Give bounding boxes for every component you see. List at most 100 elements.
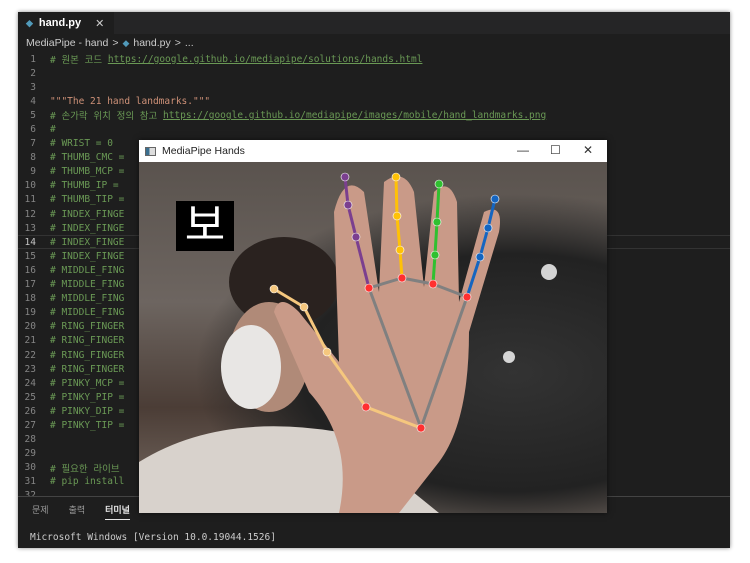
code-text: # PINKY_DIP = bbox=[50, 405, 125, 417]
index-landmark bbox=[475, 252, 485, 262]
code-text: # 손가락 위치 정의 참고 bbox=[50, 111, 163, 123]
python-file-icon: ◆ bbox=[26, 17, 33, 28]
middle-connection bbox=[431, 254, 437, 285]
recognized-letter-overlay: 보 bbox=[176, 201, 234, 251]
index-connection bbox=[478, 227, 490, 258]
code-text: # INDEX_FINGE bbox=[50, 250, 125, 262]
pinky-landmark bbox=[343, 200, 353, 210]
line-number: 26 bbox=[24, 405, 36, 417]
close-tab-icon[interactable]: ✕ bbox=[95, 17, 104, 30]
code-text: # pip install bbox=[50, 476, 125, 488]
line-number: 11 bbox=[24, 194, 36, 206]
thumb-landmark bbox=[269, 284, 279, 294]
middle-landmark bbox=[430, 250, 440, 260]
pinky-connection bbox=[354, 236, 371, 289]
middle-landmark bbox=[428, 279, 438, 289]
pinky-landmark bbox=[364, 283, 374, 293]
code-text: # bbox=[50, 124, 56, 136]
ring-landmark bbox=[392, 211, 402, 221]
tab-label: hand.py bbox=[38, 17, 82, 29]
breadcrumb-file[interactable]: hand.py bbox=[133, 37, 170, 49]
code-text: # RING_FINGER bbox=[50, 363, 125, 375]
line-number: 12 bbox=[24, 208, 36, 220]
window-titlebar[interactable]: MediaPipe Hands bbox=[139, 140, 607, 162]
line-number: 2 bbox=[30, 67, 36, 79]
close-window-button[interactable]: ✕ bbox=[583, 143, 593, 157]
tab-bar: ◆ hand.py ✕ bbox=[18, 12, 730, 34]
line-number: 5 bbox=[30, 109, 36, 121]
thumb-connection bbox=[365, 405, 422, 430]
line-number: 8 bbox=[30, 152, 36, 164]
pinky-landmark bbox=[340, 172, 350, 182]
line-number: 1 bbox=[30, 53, 36, 65]
code-text: # MIDDLE_FING bbox=[50, 293, 125, 305]
line-number: 28 bbox=[24, 434, 36, 446]
middle-landmark bbox=[434, 179, 444, 189]
thumb-landmark bbox=[322, 347, 332, 357]
code-text: # THUMB_CMC = bbox=[50, 152, 125, 164]
palm-connection bbox=[432, 282, 468, 299]
middle-connection bbox=[433, 221, 439, 256]
terminal-output[interactable]: Microsoft Windows [Version 10.0.19044.15… bbox=[18, 520, 730, 543]
code-text: # THUMB_TIP = bbox=[50, 194, 125, 206]
breadcrumb-folder[interactable]: MediaPipe - hand bbox=[26, 37, 108, 49]
ring-landmark bbox=[397, 273, 407, 283]
ring-connection bbox=[394, 176, 399, 217]
panel-tab-problems[interactable]: 문제 bbox=[32, 503, 49, 520]
line-number: 16 bbox=[24, 264, 36, 276]
code-link[interactable]: https://google.github.io/mediapipe/image… bbox=[163, 110, 546, 121]
code-text: # RING_FINGER bbox=[50, 321, 125, 333]
minimize-button[interactable]: — bbox=[517, 143, 529, 157]
code-line[interactable]: 2 bbox=[18, 66, 730, 80]
python-file-icon: ◆ bbox=[122, 37, 130, 48]
breadcrumb-separator: > bbox=[112, 37, 119, 49]
line-number: 19 bbox=[24, 307, 36, 319]
ring-connection bbox=[395, 215, 402, 251]
code-text: # MIDDLE_FING bbox=[50, 279, 125, 291]
palm-connection bbox=[401, 276, 434, 286]
index-landmark bbox=[462, 292, 472, 302]
line-number: 15 bbox=[24, 250, 36, 262]
line-number: 17 bbox=[24, 279, 36, 291]
code-text: # INDEX_FINGE bbox=[50, 208, 125, 220]
code-text: # RING_FINGER bbox=[50, 349, 125, 361]
tab-hand-py[interactable]: ◆ hand.py ✕ bbox=[18, 12, 115, 34]
code-text: """The 21 hand landmarks.""" bbox=[50, 95, 211, 107]
index-connection bbox=[465, 256, 482, 298]
line-number: 7 bbox=[30, 138, 36, 150]
code-line[interactable]: 1 # 원본 코드 https://google.github.io/mediap… bbox=[18, 52, 730, 67]
palm-connection bbox=[419, 296, 469, 429]
line-number: 6 bbox=[30, 124, 36, 136]
line-number: 20 bbox=[24, 321, 36, 333]
panel-tab-terminal[interactable]: 터미널 bbox=[105, 503, 130, 520]
middle-landmark bbox=[432, 217, 442, 227]
line-number: 24 bbox=[24, 377, 36, 389]
thumb-connection bbox=[273, 287, 305, 309]
breadcrumb: MediaPipe - hand > ◆ hand.py > ... bbox=[18, 34, 730, 52]
camera-feed: 보 bbox=[139, 162, 607, 513]
line-number: 30 bbox=[24, 462, 36, 474]
breadcrumb-symbol[interactable]: ... bbox=[185, 37, 194, 49]
index-connection bbox=[486, 198, 497, 229]
code-text: # MIDDLE_FING bbox=[50, 264, 125, 276]
line-number: 29 bbox=[24, 448, 36, 460]
panel-tab-output[interactable]: 출력 bbox=[69, 503, 86, 520]
line-number: 25 bbox=[24, 391, 36, 403]
code-line[interactable]: 6 # bbox=[18, 122, 730, 136]
code-link[interactable]: https://google.github.io/mediapipe/solut… bbox=[108, 54, 423, 65]
code-line[interactable]: 4 """The 21 hand landmarks.""" bbox=[18, 94, 730, 108]
mediapipe-window: MediaPipe Hands — ☐ ✕ 보 bbox=[139, 140, 607, 513]
maximize-button[interactable]: ☐ bbox=[550, 143, 561, 157]
line-number: 22 bbox=[24, 349, 36, 361]
code-text: # PINKY_PIP = bbox=[50, 391, 125, 403]
code-line[interactable]: 3 bbox=[18, 80, 730, 94]
ring-landmark bbox=[395, 245, 405, 255]
code-line[interactable]: 5 # 손가락 위치 정의 참고 https://google.github.io… bbox=[18, 108, 730, 123]
line-number: 9 bbox=[30, 166, 36, 178]
index-landmark bbox=[483, 223, 493, 233]
line-number: 21 bbox=[24, 335, 36, 347]
thumb-connection bbox=[325, 351, 368, 408]
code-text: # THUMB_MCP = bbox=[50, 166, 125, 178]
line-number: 14 bbox=[24, 236, 36, 248]
line-number: 13 bbox=[24, 222, 36, 234]
